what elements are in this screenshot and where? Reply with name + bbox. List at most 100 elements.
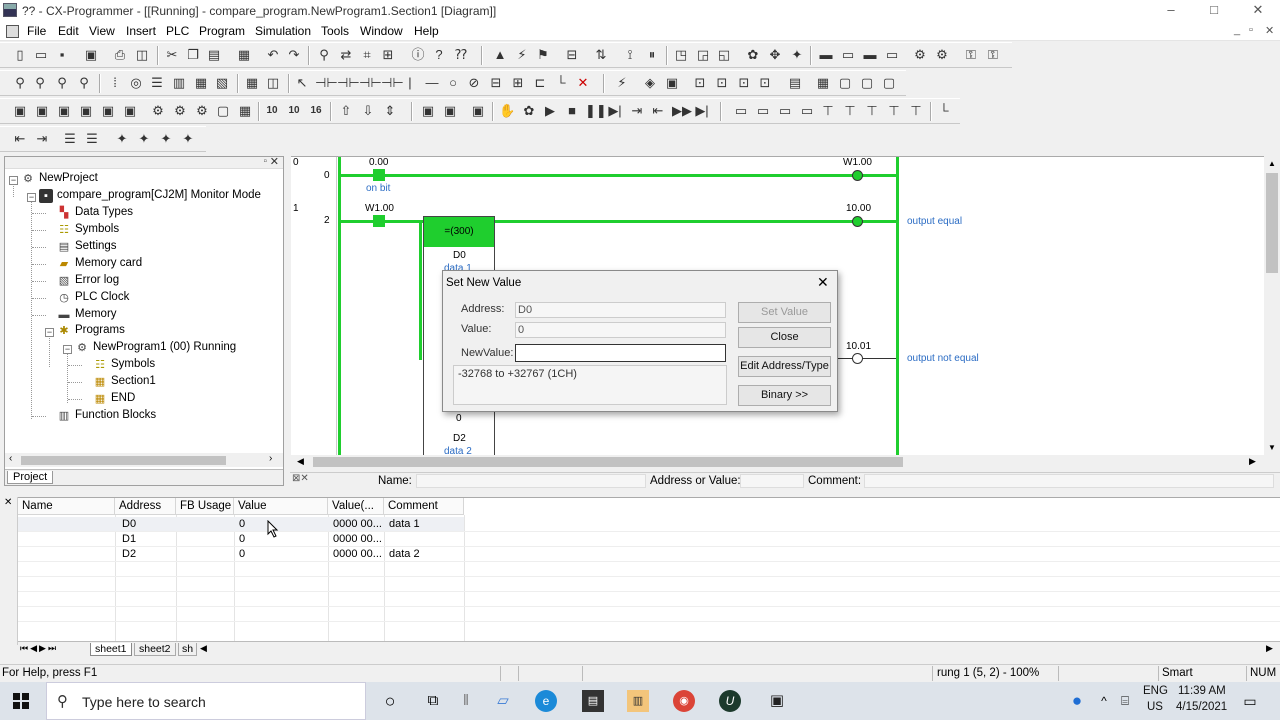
coil2[interactable]	[852, 353, 863, 364]
window-icon-4[interactable]: ▭	[884, 47, 900, 63]
edge-icon[interactable]: e	[535, 690, 557, 712]
symbol-table-icon[interactable]: ▢	[881, 75, 897, 91]
ladder-scroll-thumb[interactable]	[1266, 173, 1278, 273]
coil1[interactable]	[852, 216, 863, 227]
scroll-left-icon[interactable]: ◀	[297, 456, 304, 467]
simulate-icon[interactable]: ⚙	[912, 47, 928, 63]
new-icon[interactable]: ▯	[12, 47, 28, 63]
dialog-close-icon[interactable]: ✕	[817, 274, 829, 291]
run-mode-icon[interactable]: ⟟	[622, 47, 638, 63]
list-icon[interactable]: ☰	[149, 75, 165, 91]
sim-pause-icon[interactable]: ❚❚	[585, 103, 607, 119]
col-address[interactable]: Address	[115, 498, 176, 515]
fb-icon-6[interactable]: ⊤	[842, 103, 858, 119]
mark-icon-3[interactable]: ✦	[158, 131, 174, 147]
fb-icon-3[interactable]: ▭	[777, 103, 793, 119]
view-icon-4[interactable]: ▣	[78, 103, 94, 119]
watch-icon[interactable]: ⚿	[963, 47, 979, 63]
view-icon-1[interactable]: ▣	[12, 103, 28, 119]
sheet-tab-2[interactable]: sheet2	[134, 643, 176, 656]
zoom-in-icon[interactable]: ⚲	[32, 75, 48, 91]
open-icon[interactable]: ▭	[33, 47, 49, 63]
zoom-out-icon[interactable]: ⚲	[54, 75, 70, 91]
scroll-right-icon[interactable]: ▶	[1249, 456, 1256, 467]
setup-icon[interactable]: ✿	[745, 47, 761, 63]
comments-icon[interactable]: ◎	[128, 75, 144, 91]
project-tab[interactable]: Project	[7, 471, 54, 484]
fb-icon-5[interactable]: ⊤	[820, 103, 836, 119]
undo-icon[interactable]: ↶	[265, 47, 281, 63]
expander-plc[interactable]: −	[27, 193, 36, 202]
comment-field[interactable]	[864, 474, 1274, 488]
indent-icon[interactable]: ⇤	[12, 131, 28, 147]
replace-icon[interactable]: ⇄	[338, 47, 354, 63]
paste-icon[interactable]: ▤	[206, 47, 222, 63]
monitor-window3-icon[interactable]: ▣	[470, 103, 486, 119]
sheet-scroll-right-icon[interactable]: ▶	[1266, 643, 1273, 654]
properties-icon[interactable]: ▢	[859, 75, 875, 91]
align2-icon[interactable]: ☰	[84, 131, 100, 147]
jump-icon[interactable]: ⇕	[382, 103, 398, 119]
network5-icon[interactable]: ▦	[237, 103, 253, 119]
scroll-right-icon[interactable]: ›	[269, 453, 272, 464]
context-help-icon[interactable]: ⁇	[453, 47, 469, 63]
menu-view[interactable]: View	[89, 24, 115, 38]
preview-icon[interactable]: ◫	[134, 47, 150, 63]
fb-icon-1[interactable]: ▭	[733, 103, 749, 119]
format-16-icon[interactable]: 16	[308, 103, 324, 119]
fb-icon-8[interactable]: ⊤	[886, 103, 902, 119]
view-icon-6[interactable]: ▣	[122, 103, 138, 119]
expander-project[interactable]: −	[9, 176, 18, 185]
delete-line-icon[interactable]: ✕	[575, 75, 591, 91]
watch-window-icon[interactable]: ▤	[787, 75, 803, 91]
col-fb-usage[interactable]: FB Usage	[176, 498, 234, 515]
down-icon[interactable]: ⇩	[360, 103, 376, 119]
rung-comment-icon[interactable]: ▦	[193, 75, 209, 91]
cx-one-icon[interactable]: ▥	[627, 690, 649, 712]
table-icon[interactable]: ▦	[244, 75, 260, 91]
menu-file[interactable]: File	[27, 24, 46, 38]
maximize-button[interactable]: □	[1203, 2, 1225, 18]
contact-ornc-icon[interactable]: ⊣⊢	[381, 75, 404, 91]
sim-stop-icon[interactable]: ■	[564, 103, 580, 119]
fb-icon-10[interactable]: └	[936, 103, 952, 119]
clock-time[interactable]: 11:39 AM	[1178, 685, 1226, 697]
sim-step-in-icon[interactable]: ⇥	[629, 103, 645, 119]
sim-end-icon[interactable]: ▶|	[694, 103, 710, 119]
fb-icon-4[interactable]: ▭	[799, 103, 815, 119]
mdi-close-button[interactable]: ✕	[1265, 24, 1274, 37]
compare-icon[interactable]: ◱	[716, 47, 732, 63]
view-icon-5[interactable]: ▣	[100, 103, 116, 119]
io-comment-icon[interactable]: ▢	[837, 75, 853, 91]
address-ref-icon[interactable]: ⊞	[380, 47, 396, 63]
instruction2-icon[interactable]: ⊞	[510, 75, 526, 91]
save-icon[interactable]: ▪	[54, 47, 70, 63]
binary-button[interactable]: Binary >>	[738, 385, 831, 406]
mark-icon-2[interactable]: ✦	[136, 131, 152, 147]
rung-icon[interactable]: ▥	[171, 75, 187, 91]
print-icon[interactable]: ⎙	[112, 47, 128, 63]
expander-newprogram1[interactable]: −	[63, 345, 72, 354]
simulate-step-icon[interactable]: ⚙	[934, 47, 950, 63]
menu-insert[interactable]: Insert	[126, 24, 156, 38]
rung0-coil[interactable]	[852, 170, 863, 181]
menu-simulation[interactable]: Simulation	[255, 24, 311, 38]
menu-window[interactable]: Window	[360, 24, 403, 38]
function-block-icon[interactable]: ⊏	[532, 75, 548, 91]
scroll-down-icon[interactable]: ▼	[1268, 443, 1276, 452]
menu-help[interactable]: Help	[414, 24, 439, 38]
cx-programmer-icon[interactable]: ▤	[582, 690, 604, 712]
sim-run-icon[interactable]: ▶	[542, 103, 558, 119]
ladder-hscroll-thumb[interactable]	[313, 457, 903, 467]
new-value-input[interactable]	[515, 344, 726, 362]
coil-nc-icon[interactable]: ⊘	[466, 75, 482, 91]
network2-icon[interactable]: ⚙	[172, 103, 188, 119]
mdi-minimize-button[interactable]: _	[1234, 24, 1240, 36]
scroll-up-icon[interactable]: ▲	[1268, 159, 1276, 168]
contact-or-icon[interactable]: ⊣⊢	[359, 75, 382, 91]
line-connect-icon[interactable]: └	[553, 75, 569, 91]
vertical-line-icon[interactable]: |	[402, 75, 418, 91]
mark-icon-1[interactable]: ✦	[114, 131, 130, 147]
auto-online-icon[interactable]: ⚡	[514, 47, 530, 63]
info-icon[interactable]: ⓘ	[410, 47, 426, 63]
